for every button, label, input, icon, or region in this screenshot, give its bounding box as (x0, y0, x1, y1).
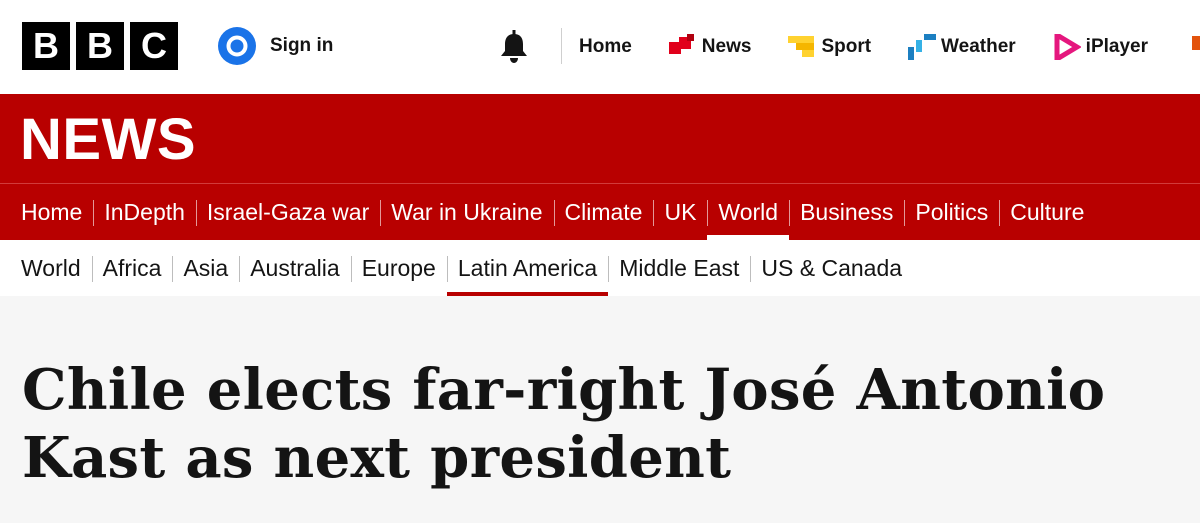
iplayer-icon (1053, 30, 1082, 64)
article-headline: Chile elects far-right José Antonio Kast… (22, 357, 1106, 491)
bbc-logo-letter: C (130, 22, 178, 70)
global-nav-iplayer[interactable]: iPlayer (1053, 30, 1148, 64)
bbc-logo-letter: B (76, 22, 124, 70)
global-nav: Home News Sport Weather iPlayer (579, 0, 1185, 94)
bbc-logo[interactable]: B B C (22, 22, 178, 70)
global-nav-home[interactable]: Home (579, 36, 632, 58)
secondary-nav-label: Australia (250, 254, 340, 281)
primary-nav-label: InDepth (104, 198, 185, 225)
primary-nav-item[interactable]: InDepth (93, 184, 196, 241)
primary-nav-label: Climate (564, 198, 643, 225)
notifications-bell-icon[interactable] (498, 30, 530, 64)
secondary-nav-item[interactable]: World (10, 240, 92, 296)
primary-nav-item[interactable]: Culture (999, 184, 1095, 241)
news-icon (668, 34, 697, 60)
primary-nav-item[interactable]: Business (789, 184, 904, 241)
global-nav-sport[interactable]: Sport (788, 34, 871, 60)
primary-nav-label: Politics (915, 198, 989, 225)
secondary-nav-label: Africa (102, 254, 162, 281)
secondary-nav-item[interactable]: Europe (350, 240, 447, 296)
global-nav-label: Weather (941, 36, 1016, 57)
primary-nav-label: Culture (1010, 198, 1085, 225)
primary-nav-label: Israel-Gaza war (206, 198, 370, 225)
sign-in-button[interactable]: Sign in (218, 27, 333, 65)
secondary-nav-item[interactable]: Africa (91, 240, 173, 296)
secondary-nav-item[interactable]: Asia (172, 240, 239, 296)
global-nav-news[interactable]: News (668, 34, 752, 60)
secondary-nav-item[interactable]: Middle East (608, 240, 750, 296)
weather-icon (908, 34, 937, 60)
secondary-nav-item[interactable]: US & Canada (750, 240, 913, 296)
secondary-nav: World Africa Asia Australia Europe Latin… (0, 240, 1200, 296)
primary-nav-item[interactable]: War in Ukraine (380, 184, 553, 241)
global-nav-weather[interactable]: Weather (908, 34, 1016, 60)
secondary-nav-label: Latin America (457, 254, 598, 281)
article-main: Chile elects far-right José Antonio Kast… (0, 296, 1200, 492)
global-nav-overflow-icon[interactable] (1192, 36, 1200, 50)
bbc-logo-letter: B (22, 22, 70, 70)
primary-nav-item[interactable]: UK (653, 184, 707, 241)
global-header: B B C Sign in Home News Sport Weather iP… (0, 0, 1200, 94)
primary-nav-label: World (718, 198, 779, 225)
sport-icon (788, 34, 816, 60)
primary-nav-item[interactable]: Politics (904, 184, 999, 241)
primary-nav-item[interactable]: Climate (553, 184, 654, 241)
account-icon (218, 27, 256, 65)
primary-nav-label: Business (800, 198, 894, 225)
primary-nav-label: War in Ukraine (391, 198, 543, 225)
primary-nav-item[interactable]: Home (10, 184, 93, 241)
secondary-nav-item[interactable]: Australia (239, 240, 350, 296)
secondary-nav-label: World (21, 254, 81, 281)
primary-nav-label: Home (21, 198, 83, 225)
primary-nav-label: UK (664, 198, 697, 225)
global-nav-label: iPlayer (1085, 36, 1148, 57)
secondary-nav-item-active[interactable]: Latin America (446, 240, 609, 296)
secondary-nav-label: US & Canada (761, 254, 903, 281)
global-nav-label: Sport (821, 36, 872, 57)
global-nav-label: News (701, 36, 752, 57)
secondary-nav-label: Asia (183, 254, 229, 281)
section-title[interactable]: NEWS (20, 106, 196, 173)
section-masthead: NEWS (0, 94, 1200, 183)
secondary-nav-label: Europe (361, 254, 436, 281)
header-divider (561, 28, 562, 64)
primary-nav-item[interactable]: Israel-Gaza war (195, 184, 380, 241)
secondary-nav-label: Middle East (619, 254, 740, 281)
global-nav-label: Home (579, 36, 632, 57)
sign-in-label: Sign in (270, 35, 334, 56)
primary-nav-item-active[interactable]: World (707, 184, 789, 241)
primary-nav: Home InDepth Israel-Gaza war War in Ukra… (0, 183, 1200, 241)
